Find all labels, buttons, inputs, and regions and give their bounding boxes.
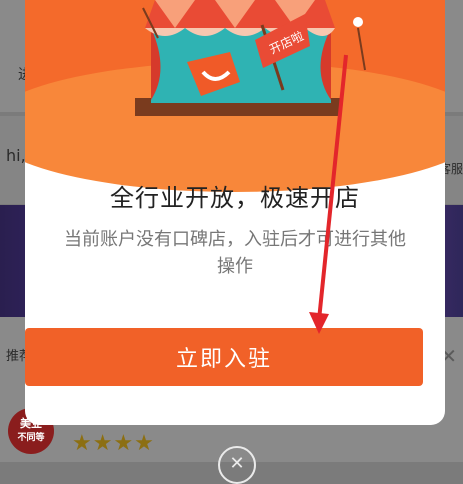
rating-stars-icon: ★★★★ xyxy=(72,431,155,456)
store-tent-illustration: 开店啦 xyxy=(135,0,366,116)
close-circle-icon[interactable]: ✕ xyxy=(218,446,256,484)
dialog-subtext: 当前账户没有口碑店，入驻后才可进行其他操作 xyxy=(64,229,406,277)
join-now-button[interactable]: 立即入驻 xyxy=(25,328,423,386)
dialog-hero: 开店啦 xyxy=(25,0,445,192)
dialog-headline: 全行业开放，极速开店 xyxy=(110,184,360,212)
badge-line2: 不同等 xyxy=(17,433,45,443)
background-greeting: hi, xyxy=(6,146,26,165)
